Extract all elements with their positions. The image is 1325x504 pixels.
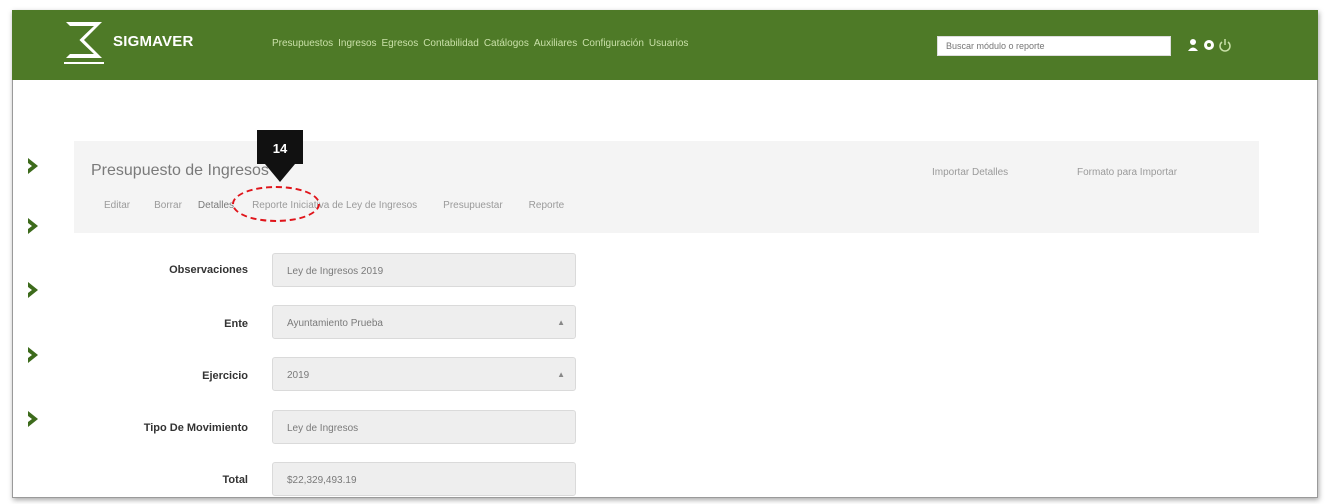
record-actions: Editar Borrar Detalles Reporte Iniciativ…	[104, 200, 564, 211]
nav-icon-group	[1187, 38, 1231, 52]
ente-select[interactable]: Ayuntamiento Prueba ▲︎	[272, 305, 576, 339]
nav-ingresos[interactable]: Ingresos	[338, 38, 376, 49]
tipo-movimiento-label: Tipo De Movimiento	[143, 422, 248, 434]
logout-icon[interactable]	[1219, 38, 1231, 52]
settings-icon[interactable]	[1203, 38, 1215, 52]
search-input[interactable]	[937, 36, 1171, 56]
nav-configuracion[interactable]: Configuración	[582, 38, 644, 49]
top-navbar: SIGMAVER Presupuestos Ingresos Egresos C…	[12, 10, 1318, 80]
total-field[interactable]: $22,329,493.19	[272, 462, 576, 496]
page-title: Presupuesto de Ingresos	[91, 162, 269, 179]
ente-value: Ayuntamiento Prueba	[287, 318, 383, 329]
importar-detalles-link[interactable]: Importar Detalles	[932, 167, 1008, 178]
nav-contabilidad[interactable]: Contabilidad	[423, 38, 479, 49]
action-borrar[interactable]: Borrar	[154, 200, 182, 211]
chevron-right-icon[interactable]	[26, 157, 40, 175]
total-label: Total	[222, 474, 248, 486]
ejercicio-value: 2019	[287, 370, 310, 381]
chevron-right-icon[interactable]	[26, 410, 40, 428]
formato-importar-link[interactable]: Formato para Importar	[1077, 167, 1177, 178]
observaciones-field[interactable]: Ley de Ingresos 2019	[272, 253, 576, 287]
nav-egresos[interactable]: Egresos	[382, 38, 419, 49]
nav-catalogos[interactable]: Catálogos	[484, 38, 529, 49]
ejercicio-label: Ejercicio	[202, 370, 248, 382]
step-number: 14	[272, 141, 288, 156]
tipo-movimiento-field[interactable]: Ley de Ingresos	[272, 410, 576, 444]
dropdown-caret-icon: ▲︎	[557, 318, 565, 327]
observaciones-value: Ley de Ingresos 2019	[287, 266, 384, 277]
sigmaver-logo-icon	[64, 22, 104, 64]
nav-auxiliares[interactable]: Auxiliares	[534, 38, 577, 49]
step-callout-marker	[257, 130, 303, 182]
nav-usuarios[interactable]: Usuarios	[649, 38, 688, 49]
action-reporte[interactable]: Reporte	[529, 200, 565, 211]
chevron-right-icon[interactable]	[26, 281, 40, 299]
chevron-right-icon[interactable]	[26, 346, 40, 364]
chevron-right-icon[interactable]	[26, 217, 40, 235]
ejercicio-select[interactable]: 2019 ▲︎	[272, 357, 576, 391]
tipo-movimiento-value: Ley de Ingresos	[287, 423, 359, 434]
action-editar[interactable]: Editar	[104, 200, 130, 211]
observaciones-label: Observaciones	[169, 264, 248, 276]
ente-label: Ente	[224, 318, 248, 330]
action-detalles[interactable]: Detalles	[198, 200, 234, 211]
nav-presupuestos[interactable]: Presupuestos	[272, 38, 333, 49]
main-nav: Presupuestos Ingresos Egresos Contabilid…	[272, 38, 688, 49]
brand-name[interactable]: SIGMAVER	[113, 33, 194, 50]
action-presupuestar[interactable]: Presupuestar	[443, 200, 502, 211]
detalles-highlight-ellipse	[232, 186, 320, 222]
screenshot-frame: SIGMAVER Presupuestos Ingresos Egresos C…	[0, 0, 1325, 504]
dropdown-caret-icon: ▲︎	[557, 370, 565, 379]
user-icon[interactable]	[1187, 38, 1199, 52]
total-value: $22,329,493.19	[287, 475, 357, 486]
